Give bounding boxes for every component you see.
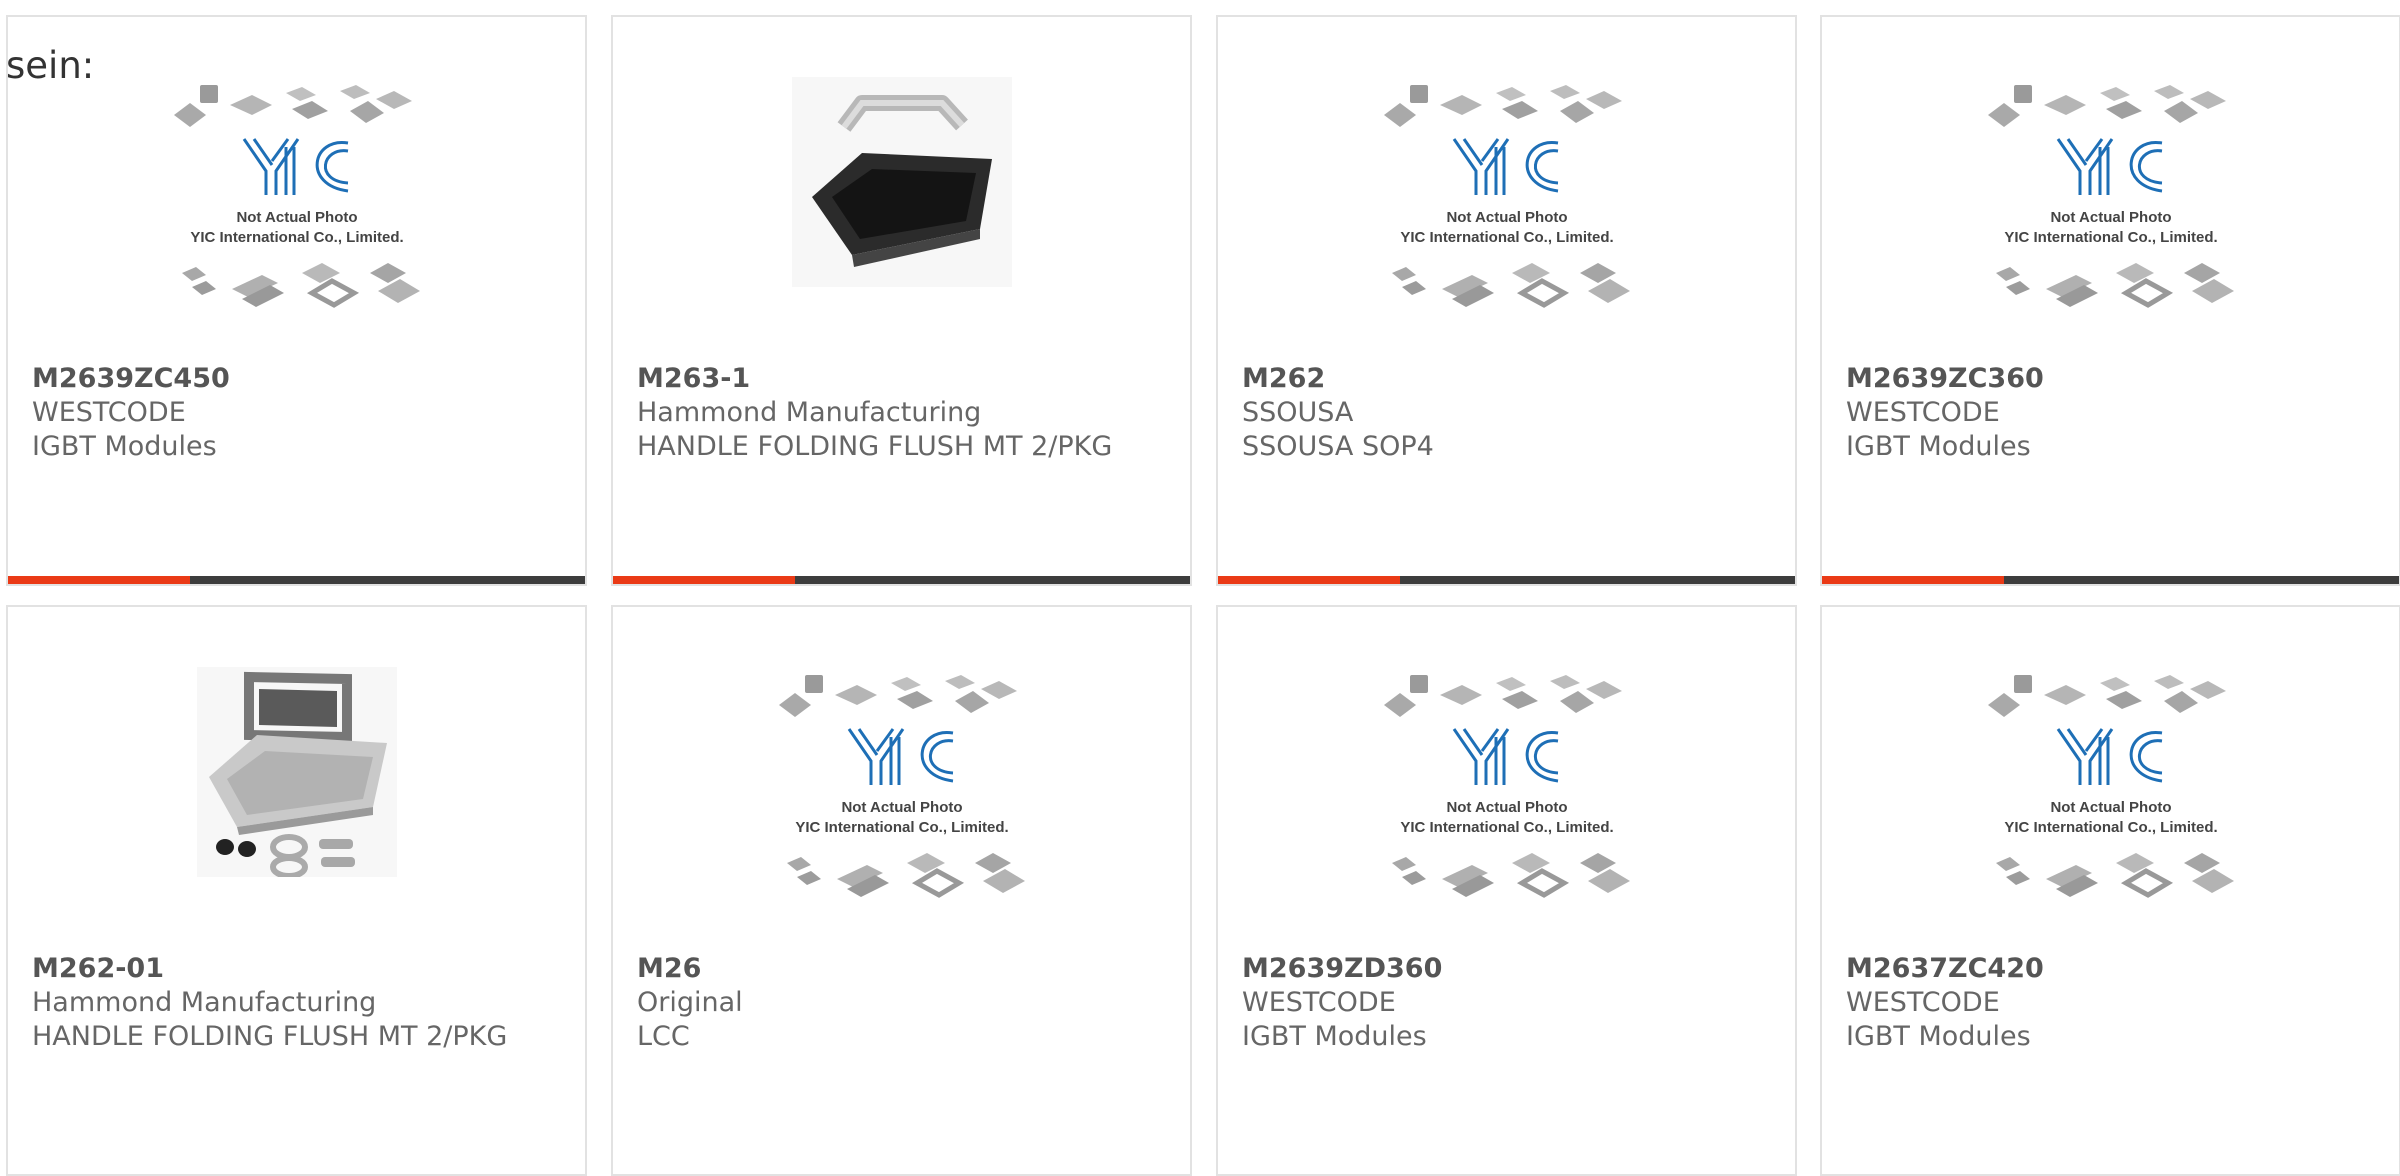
product-image[interactable]: Not Actual Photo YIC International Co., … [1822, 77, 2399, 347]
yic-placeholder-image[interactable]: Not Actual Photo YIC International Co., … [1976, 77, 2246, 331]
placeholder-line1: Not Actual Photo [236, 209, 357, 226]
placeholder-line2: YIC International Co., Limited. [1400, 229, 1613, 246]
yic-placeholder-image[interactable]: Not Actual Photo YIC International Co., … [1372, 77, 1642, 331]
card-accent-bar [1218, 576, 1795, 584]
manufacturer: Hammond Manufacturing [637, 397, 982, 428]
product-card[interactable]: Not Actual Photo YIC International Co., … [1820, 15, 2400, 586]
product-image[interactable] [613, 77, 1190, 347]
chip-placeholder-image: Not Actual Photo YIC International Co., … [1987, 85, 2234, 308]
product-image[interactable] [8, 667, 585, 937]
handle-photo[interactable] [791, 77, 1012, 287]
manufacturer: Hammond Manufacturing [32, 987, 377, 1018]
part-number[interactable]: M263-1 [637, 362, 1180, 396]
yic-placeholder-image[interactable]: Not Actual Photo YIC International Co., … [1976, 667, 2246, 921]
description: HANDLE FOLDING FLUSH MT 2/PKG [32, 1021, 508, 1052]
description: IGBT Modules [1846, 431, 2031, 462]
accent-segment [613, 576, 795, 584]
yic-placeholder-image[interactable]: Not Actual Photo YIC International Co., … [1372, 667, 1642, 921]
chip-placeholder-image: Not Actual Photo YIC International Co., … [1987, 675, 2234, 898]
product-card[interactable]: Not Actual Photo YIC International Co., … [611, 605, 1192, 1176]
manufacturer: WESTCODE [1846, 397, 2000, 428]
yic-placeholder-image[interactable]: Not Actual Photo YIC International Co., … [767, 667, 1037, 921]
placeholder-line2: YIC International Co., Limited. [795, 819, 1008, 836]
intro-text: sein: [6, 44, 95, 87]
description: HANDLE FOLDING FLUSH MT 2/PKG [637, 431, 1113, 462]
placeholder-line2: YIC International Co., Limited. [2004, 229, 2217, 246]
product-card[interactable]: Not Actual Photo YIC International Co., … [1820, 605, 2400, 1176]
description: IGBT Modules [1846, 1021, 2031, 1052]
placeholder-line1: Not Actual Photo [841, 799, 962, 816]
card-accent-bar [1822, 576, 2399, 584]
product-image[interactable]: Not Actual Photo YIC International Co., … [1822, 667, 2399, 937]
manufacturer: Original [637, 987, 743, 1018]
part-number[interactable]: M2639ZC360 [1846, 362, 2389, 396]
manufacturer: WESTCODE [1846, 987, 2000, 1018]
placeholder-line1: Not Actual Photo [2050, 209, 2171, 226]
placeholder-line2: YIC International Co., Limited. [1400, 819, 1613, 836]
manufacturer: WESTCODE [32, 397, 186, 428]
card-accent-bar [613, 576, 1190, 584]
description: SSOUSA SOP4 [1242, 431, 1434, 462]
placeholder-line1: Not Actual Photo [2050, 799, 2171, 816]
part-number[interactable]: M2639ZD360 [1242, 952, 1785, 986]
chip-placeholder-image: Not Actual Photo YIC International Co., … [1383, 85, 1630, 308]
manufacturer: SSOUSA [1242, 397, 1354, 428]
yic-placeholder-image[interactable]: Not Actual Photo YIC International Co., … [162, 77, 432, 331]
chip-placeholder-image: Not Actual Photo YIC International Co., … [1383, 675, 1630, 898]
description: IGBT Modules [32, 431, 217, 462]
handle-kit-photo[interactable] [196, 667, 397, 877]
part-number[interactable]: M262 [1242, 362, 1785, 396]
chip-placeholder-image: Not Actual Photo YIC International Co., … [778, 675, 1025, 898]
part-number[interactable]: M2639ZC450 [32, 362, 575, 396]
part-number[interactable]: M262-01 [32, 952, 575, 986]
description: IGBT Modules [1242, 1021, 1427, 1052]
product-image[interactable]: Not Actual Photo YIC International Co., … [1218, 667, 1795, 937]
product-card[interactable]: Not Actual Photo YIC International Co., … [6, 15, 587, 586]
chip-placeholder-image: Not Actual Photo YIC International Co., … [173, 85, 420, 308]
placeholder-line2: YIC International Co., Limited. [190, 229, 403, 246]
manufacturer: WESTCODE [1242, 987, 1396, 1018]
accent-segment [1218, 576, 1400, 584]
card-accent-bar [8, 576, 585, 584]
part-number[interactable]: M26 [637, 952, 1180, 986]
product-card[interactable]: M263-1 Hammond Manufacturing HANDLE FOLD… [611, 15, 1192, 586]
part-number[interactable]: M2637ZC420 [1846, 952, 2389, 986]
product-image[interactable]: Not Actual Photo YIC International Co., … [613, 667, 1190, 937]
product-image[interactable]: Not Actual Photo YIC International Co., … [1218, 77, 1795, 347]
description: LCC [637, 1021, 690, 1052]
product-card[interactable]: M262-01 Hammond Manufacturing HANDLE FOL… [6, 605, 587, 1176]
accent-segment [8, 576, 190, 584]
accent-segment [1822, 576, 2004, 584]
placeholder-line1: Not Actual Photo [1446, 209, 1567, 226]
placeholder-line2: YIC International Co., Limited. [2004, 819, 2217, 836]
product-image[interactable]: Not Actual Photo YIC International Co., … [8, 77, 585, 347]
product-card[interactable]: Not Actual Photo YIC International Co., … [1216, 605, 1797, 1176]
product-card[interactable]: Not Actual Photo YIC International Co., … [1216, 15, 1797, 586]
placeholder-line1: Not Actual Photo [1446, 799, 1567, 816]
